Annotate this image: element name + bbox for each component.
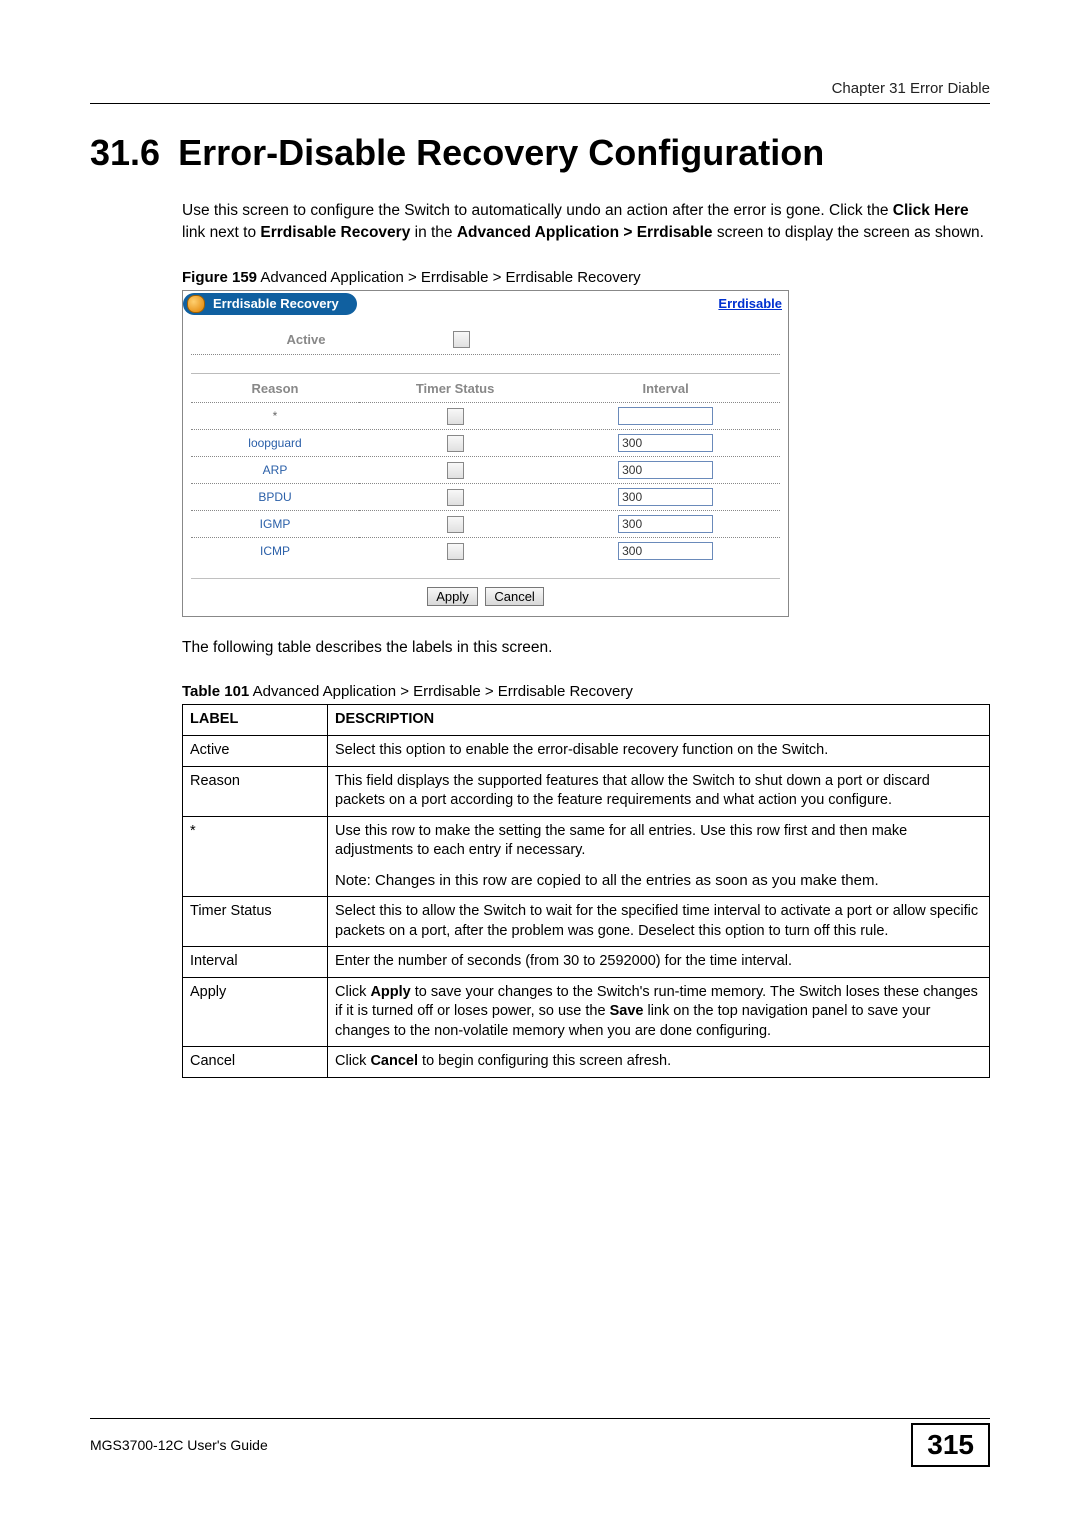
page-number: 315	[911, 1423, 990, 1467]
desc-label: Reason	[183, 766, 328, 816]
desc-label: Apply	[183, 977, 328, 1047]
table-row: loopguard	[191, 430, 780, 457]
reason-cell: ICMP	[191, 538, 359, 565]
col-interval: Interval	[551, 375, 780, 403]
desc-label: Interval	[183, 947, 328, 978]
footer-guide-name: MGS3700-12C User's Guide	[90, 1437, 268, 1453]
timer-status-checkbox[interactable]	[447, 435, 464, 452]
desc-text: Use this row to make the setting the sam…	[328, 816, 990, 896]
mid-paragraph: The following table describes the labels…	[182, 637, 990, 659]
table-caption-num: Table 101	[182, 683, 249, 700]
timer-status-checkbox[interactable]	[447, 489, 464, 506]
interval-input[interactable]	[618, 407, 713, 425]
timer-status-checkbox[interactable]	[447, 408, 464, 425]
figure-caption-text: Advanced Application > Errdisable > Errd…	[257, 269, 641, 286]
desc-label: *	[183, 816, 328, 896]
table-caption-text: Advanced Application > Errdisable > Errd…	[249, 683, 633, 700]
orb-icon	[187, 295, 205, 313]
desc-row: Timer Status Select this to allow the Sw…	[183, 897, 990, 947]
apply-button[interactable]: Apply	[427, 587, 478, 606]
header-rule	[90, 103, 990, 104]
desc-text: This field displays the supported featur…	[328, 766, 990, 816]
recovery-table: Reason Timer Status Interval * loopguard	[191, 375, 780, 564]
col-reason: Reason	[191, 375, 359, 403]
desc-text: Select this option to enable the error-d…	[328, 736, 990, 767]
timer-status-checkbox[interactable]	[447, 516, 464, 533]
reason-cell: *	[191, 403, 359, 430]
table-caption: Table 101 Advanced Application > Errdisa…	[182, 683, 990, 700]
desc-text: Enter the number of seconds (from 30 to …	[328, 947, 990, 978]
timer-status-checkbox[interactable]	[447, 462, 464, 479]
desc-row: Cancel Click Cancel to begin configuring…	[183, 1047, 990, 1078]
active-checkbox[interactable]	[453, 331, 470, 348]
interval-input[interactable]	[618, 488, 713, 506]
panel-title-pill: Errdisable Recovery	[183, 293, 357, 315]
desc-row: Apply Click Apply to save your changes t…	[183, 977, 990, 1047]
heading-number: 31.6	[90, 132, 160, 173]
desc-text: Click Apply to save your changes to the …	[328, 977, 990, 1047]
desc-label: Active	[183, 736, 328, 767]
desc-text: Select this to allow the Switch to wait …	[328, 897, 990, 947]
desc-row: Interval Enter the number of seconds (fr…	[183, 947, 990, 978]
table-row: ARP	[191, 457, 780, 484]
reason-cell: loopguard	[191, 430, 359, 457]
chapter-header: Chapter 31 Error Diable	[90, 80, 990, 97]
page-footer: MGS3700-12C User's Guide 315	[90, 1418, 990, 1467]
table-row: ICMP	[191, 538, 780, 565]
active-label: Active	[191, 332, 421, 347]
reason-cell: IGMP	[191, 511, 359, 538]
reason-cell: ARP	[191, 457, 359, 484]
table-row: BPDU	[191, 484, 780, 511]
active-row: Active	[191, 323, 780, 355]
desc-row: Reason This field displays the supported…	[183, 766, 990, 816]
section-heading: 31.6 Error-Disable Recovery Configuration	[90, 132, 990, 174]
ui-titlebar: Errdisable Recovery Errdisable	[183, 291, 788, 317]
interval-input[interactable]	[618, 461, 713, 479]
desc-row: Active Select this option to enable the …	[183, 736, 990, 767]
timer-status-checkbox[interactable]	[447, 543, 464, 560]
col-timer-status: Timer Status	[359, 375, 551, 403]
figure-caption-num: Figure 159	[182, 269, 257, 286]
errdisable-link[interactable]: Errdisable	[718, 296, 782, 311]
table-row: IGMP	[191, 511, 780, 538]
button-row: Apply Cancel	[191, 578, 780, 616]
table-row: *	[191, 403, 780, 430]
description-table: LABEL DESCRIPTION Active Select this opt…	[182, 704, 990, 1078]
desc-label: Timer Status	[183, 897, 328, 947]
desc-col-description: DESCRIPTION	[328, 705, 990, 736]
panel-title: Errdisable Recovery	[213, 296, 339, 311]
heading-title: Error-Disable Recovery Configuration	[178, 132, 824, 173]
errdisable-recovery-screenshot: Errdisable Recovery Errdisable Active Re…	[182, 290, 789, 617]
reason-cell: BPDU	[191, 484, 359, 511]
figure-caption: Figure 159 Advanced Application > Errdis…	[182, 269, 990, 286]
interval-input[interactable]	[618, 542, 713, 560]
desc-text: Click Cancel to begin configuring this s…	[328, 1047, 990, 1078]
desc-col-label: LABEL	[183, 705, 328, 736]
desc-row: * Use this row to make the setting the s…	[183, 816, 990, 896]
intro-paragraph: Use this screen to configure the Switch …	[182, 200, 990, 245]
cancel-button[interactable]: Cancel	[485, 587, 543, 606]
interval-input[interactable]	[618, 434, 713, 452]
interval-input[interactable]	[618, 515, 713, 533]
desc-label: Cancel	[183, 1047, 328, 1078]
